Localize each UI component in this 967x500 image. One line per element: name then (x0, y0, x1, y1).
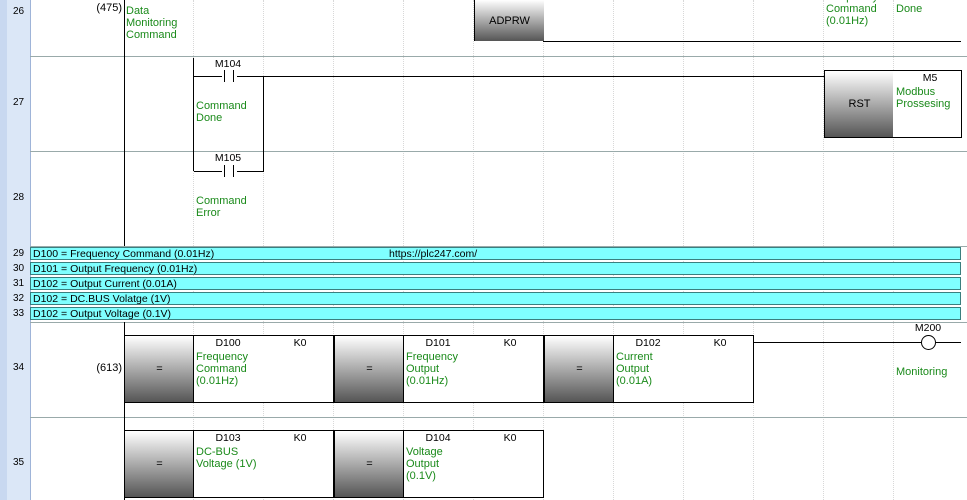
device-label: D102 (635, 337, 661, 349)
statement-row[interactable]: D102 = Output Voltage (0.1V) (30, 307, 961, 320)
operand-comment: DC-BUS Voltage (1V) (196, 446, 257, 470)
wire (194, 76, 222, 77)
no-contact-m104[interactable] (221, 70, 237, 82)
operator-label: = (156, 363, 163, 375)
statement-row[interactable]: D102 = DC.BUS Volatge (1V) (30, 292, 961, 305)
power-rail (124, 0, 125, 246)
row-separator (30, 56, 967, 57)
function-adprw[interactable]: ADPRW (474, 0, 544, 41)
operator-label: = (366, 458, 373, 470)
row-number[interactable]: 30 (7, 263, 30, 274)
device-label: D104 (425, 432, 451, 444)
operand-comment: Current Output (0.01A) (616, 351, 653, 387)
device-label: M200 (914, 322, 942, 334)
statement-row[interactable]: D101 = Output Frequency (0.01Hz) (30, 262, 961, 275)
constant-label: K0 (713, 337, 727, 349)
wire (753, 342, 921, 343)
wire (543, 41, 961, 42)
operand-comment: Frequency Command (0.01Hz) (826, 0, 878, 27)
device-comment: Modbus Prossesing (896, 86, 951, 110)
operand-comment: Command Done (896, 0, 947, 15)
operand-comment: Frequency Command (0.01Hz) (196, 351, 248, 387)
watermark-url: https://plc247.com/ (389, 248, 478, 260)
function-label: ADPRW (489, 14, 530, 27)
device-comment: Command Error (196, 195, 247, 219)
row-number[interactable]: 26 (7, 6, 30, 17)
wire (194, 171, 222, 172)
statement-text: D102 = Output Voltage (0.1V) (33, 308, 172, 320)
statement-row[interactable]: D100 = Frequency Command (0.01Hz) https:/… (30, 247, 961, 260)
function-label: RST (848, 98, 871, 110)
statement-text: D102 = DC.BUS Volatge (1V) (33, 293, 171, 305)
branch-wire (543, 430, 544, 438)
device-comment: Monitoring (896, 366, 948, 378)
row-separator (30, 322, 967, 323)
row-number[interactable]: 35 (7, 457, 30, 468)
row-number[interactable]: 31 (7, 278, 30, 289)
operator-label: = (366, 363, 373, 375)
constant-label: K0 (293, 337, 307, 349)
statement-text: D102 = Output Current (0.01A) (33, 278, 177, 290)
row-number[interactable]: 29 (7, 248, 30, 259)
compare-button[interactable]: = (334, 430, 404, 498)
device-label: D100 (215, 337, 241, 349)
row-separator (30, 417, 967, 418)
row-number[interactable]: 33 (7, 308, 30, 319)
device-label: M105 (214, 152, 242, 164)
statement-text: D100 = Frequency Command (0.01Hz) (33, 248, 215, 260)
row-number[interactable]: 34 (7, 362, 30, 373)
wire (237, 76, 824, 77)
compare-button[interactable]: = (124, 335, 194, 403)
constant-label: K0 (293, 432, 307, 444)
compare-button[interactable]: = (124, 430, 194, 498)
row-number[interactable]: 28 (7, 192, 30, 203)
branch-wire (193, 58, 194, 171)
wire (936, 342, 961, 343)
operator-label: = (576, 363, 583, 375)
device-label: D101 (425, 337, 451, 349)
coil-m200[interactable] (921, 335, 936, 350)
no-contact-m105[interactable] (221, 165, 237, 177)
rung-comment: Data Monitoring Command (126, 5, 178, 41)
device-label: M104 (214, 58, 242, 70)
device-comment: Command Done (196, 100, 247, 124)
operator-label: = (156, 458, 163, 470)
row-separator (30, 151, 967, 152)
device-label: D103 (215, 432, 241, 444)
statement-text: D101 = Output Frequency (0.01Hz) (33, 263, 198, 275)
row-number[interactable]: 27 (7, 97, 30, 108)
step-number: (613) (96, 362, 122, 374)
constant-label: K0 (503, 432, 517, 444)
device-label: M5 (922, 72, 938, 84)
function-rst[interactable]: RST (824, 70, 895, 138)
statement-row[interactable]: D102 = Output Current (0.01A) (30, 277, 961, 290)
constant-label: K0 (503, 337, 517, 349)
operand-comment: Voltage Output (0.1V) (406, 446, 443, 482)
operand-comment: Frequency Output (0.01Hz) (406, 351, 458, 387)
row-number[interactable]: 32 (7, 293, 30, 304)
wire (237, 171, 264, 172)
compare-button[interactable]: = (544, 335, 614, 403)
branch-wire (263, 76, 264, 171)
compare-button[interactable]: = (334, 335, 404, 403)
step-number: (475) (96, 2, 122, 14)
